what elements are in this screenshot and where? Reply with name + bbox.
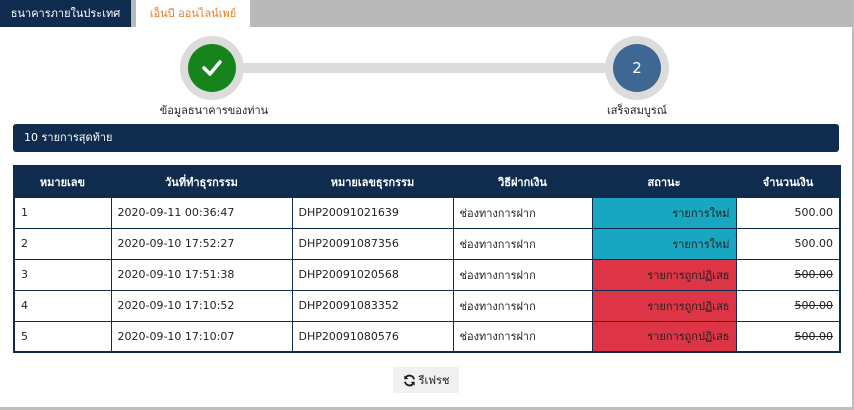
cell-amount: 500.00: [735, 227, 841, 260]
cell-amount: 500.00: [735, 289, 841, 322]
stepper-progress-line: [230, 63, 620, 73]
step-1-label: ข้อมูลธนาคารของท่าน: [159, 104, 269, 117]
cell-date: 2020-09-11 00:36:47: [110, 196, 293, 229]
amount-value: 500.00: [794, 329, 834, 343]
amount-value: 500.00: [794, 299, 834, 312]
cell-number: 1: [13, 196, 112, 229]
cell-date: 2020-09-10 17:10:07: [110, 320, 293, 353]
cell-txid: DHP20091087356: [291, 227, 454, 260]
cell-txid: DHP20091020568: [291, 258, 454, 291]
cell-number: 4: [13, 289, 112, 322]
cell-method: ช่องทางการฝาก: [452, 289, 593, 322]
cell-method: ช่องทางการฝาก: [452, 196, 593, 229]
step-2-number: 2: [613, 44, 661, 92]
cell-number: 5: [13, 320, 112, 353]
amount-value: 500.00: [794, 268, 834, 281]
cell-number: 2: [13, 227, 112, 260]
cell-method: ช่องทางการฝาก: [452, 258, 593, 291]
cell-date: 2020-09-10 17:10:52: [110, 289, 293, 322]
step-1-indicator: [180, 36, 244, 100]
status-badge: รายการใหม่: [591, 196, 737, 229]
cell-date: 2020-09-10 17:52:27: [110, 227, 293, 260]
cell-method: ช่องทางการฝาก: [452, 227, 593, 260]
table-row: 1 2020-09-11 00:36:47 DHP20091021639 ช่อ…: [13, 196, 841, 229]
refresh-icon: [403, 374, 415, 386]
status-badge: รายการถูกปฏิเสธ: [591, 258, 737, 291]
check-icon: [202, 60, 222, 76]
col-header-date: วันที่ทำธุรกรรม: [110, 165, 293, 198]
col-header-amount: จำนวนเงิน: [735, 165, 841, 198]
step-2-label: เสร็จสมบูรณ์: [607, 104, 667, 117]
col-header-status: สถานะ: [591, 165, 737, 198]
cell-txid: DHP20091080576: [291, 320, 454, 353]
cell-method: ช่องทางการฝาก: [452, 320, 593, 353]
status-badge: รายการใหม่: [591, 227, 737, 260]
refresh-label: รีเฟรช: [418, 374, 450, 387]
cell-amount: 500.00: [735, 196, 841, 229]
recent-transactions-header: 10 รายการสุดท้าย: [13, 124, 839, 152]
table-header-row: หมายเลข วันที่ทำธุรกรรม หมายเลขธุรกรรม ว…: [13, 165, 841, 198]
step-2-indicator: 2: [605, 36, 669, 100]
cell-amount: 500.00: [735, 258, 841, 291]
refresh-button[interactable]: รีเฟรช: [393, 367, 459, 393]
tab-domestic-bank[interactable]: ธนาคารภายในประเทศ: [0, 0, 131, 27]
cell-amount: 500.00: [735, 320, 841, 353]
cell-date: 2020-09-10 17:51:38: [110, 258, 293, 291]
col-header-number: หมายเลข: [13, 165, 112, 198]
table-row: 4 2020-09-10 17:10:52 DHP20091083352 ช่อ…: [13, 289, 841, 322]
status-badge: รายการถูกปฏิเสธ: [591, 320, 737, 353]
col-header-method: วิธีฝากเงิน: [452, 165, 593, 198]
status-badge: รายการถูกปฏิเสธ: [591, 289, 737, 322]
col-header-txid: หมายเลขธุรกรรม: [291, 165, 454, 198]
cell-number: 3: [13, 258, 112, 291]
cell-txid: DHP20091083352: [291, 289, 454, 322]
transactions-table: หมายเลข วันที่ทำธุรกรรม หมายเลขธุรกรรม ว…: [13, 165, 841, 353]
table-row: 2 2020-09-10 17:52:27 DHP20091087356 ช่อ…: [13, 227, 841, 260]
tab-bar: ธนาคารภายในประเทศ เอ็นบี ออนไลน์เพย์: [0, 0, 852, 27]
table-row: 5 2020-09-10 17:10:07 DHP20091080576 ช่อ…: [13, 320, 841, 353]
tab-online-pay[interactable]: เอ็นบี ออนไลน์เพย์: [136, 0, 250, 27]
cell-txid: DHP20091021639: [291, 196, 454, 229]
table-row: 3 2020-09-10 17:51:38 DHP20091020568 ช่อ…: [13, 258, 841, 291]
